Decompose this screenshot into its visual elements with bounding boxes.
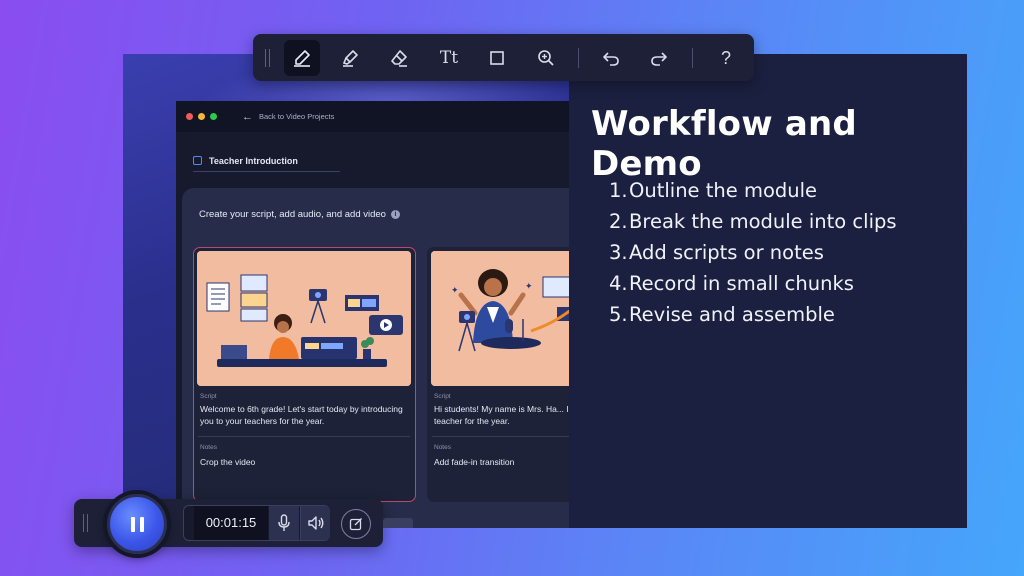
slide-title: Workflow and Demo: [591, 104, 857, 184]
help-icon: ?: [720, 47, 731, 68]
list-number: 2.: [609, 210, 628, 233]
window-titlebar: ← Back to Video Projects: [176, 101, 569, 132]
illustration-teacher-waving-icon: ✦ ✦: [431, 251, 569, 386]
info-icon[interactable]: i: [390, 210, 400, 219]
pause-recording-button[interactable]: [107, 494, 167, 554]
list-number: 1.: [609, 179, 628, 202]
undo-button[interactable]: [593, 40, 629, 76]
eraser-icon: [391, 50, 407, 67]
toolbar-separator: [692, 48, 693, 68]
project-title: Teacher Introduction: [209, 155, 298, 166]
hidden-clip-card-edge: [383, 518, 413, 528]
clip-card-1[interactable]: Script Welcome to 6th grade! Let's start…: [193, 247, 416, 502]
rectangle-icon: [490, 51, 504, 65]
slide-panel: Workflow and Demo 1. Outline the module 2…: [569, 54, 967, 528]
microphone-button[interactable]: [269, 506, 299, 540]
script-label: Script: [434, 393, 451, 400]
clip-card-2[interactable]: ✦ ✦ Script Hi students! My name is Mrs. …: [427, 247, 569, 502]
toolbar-separator: [578, 48, 579, 68]
list-text: Revise and assemble: [629, 303, 835, 326]
project-title-tab[interactable]: Teacher Introduction: [193, 150, 340, 172]
clip-thumbnail-2: ✦ ✦: [431, 251, 569, 386]
workflow-list: 1. Outline the module 2. Break the module …: [609, 175, 897, 330]
notes-text[interactable]: Add fade-in transition: [434, 456, 569, 468]
list-number: 5.: [609, 303, 628, 326]
annotate-button[interactable]: [341, 509, 371, 539]
list-item: 3. Add scripts or notes: [609, 237, 897, 268]
recording-status: 00:01:15: [183, 505, 330, 541]
pen-icon: [294, 50, 310, 67]
highlighter-icon: [342, 50, 358, 67]
maximize-window-button[interactable]: [210, 113, 217, 120]
back-link[interactable]: ← Back to Video Projects: [242, 111, 334, 123]
clip-thumbnail-1: [197, 251, 411, 386]
shape-tool-button[interactable]: [479, 40, 515, 76]
pause-icon: [130, 516, 144, 532]
highlighter-tool-button[interactable]: [333, 40, 369, 76]
annotate-icon: [349, 518, 362, 531]
script-text[interactable]: Hi students! My name is Mrs. Ha... I'm y…: [434, 403, 569, 427]
back-link-label: Back to Video Projects: [259, 112, 335, 121]
script-label: Script: [200, 393, 217, 400]
notes-text[interactable]: Crop the video: [200, 456, 408, 468]
speaker-icon: [307, 516, 323, 530]
list-item: 4. Record in small chunks: [609, 268, 897, 299]
pen-tool-button[interactable]: [284, 40, 320, 76]
illustration-teacher-editing-icon: [197, 251, 411, 386]
arrow-left-icon: ←: [242, 110, 253, 123]
edit-icon: [193, 156, 202, 165]
list-text: Break the module into clips: [629, 210, 897, 233]
list-item: 1. Outline the module: [609, 175, 897, 206]
speaker-button[interactable]: [300, 506, 330, 540]
zoom-tool-button[interactable]: [528, 40, 564, 76]
redo-icon: [651, 52, 667, 66]
script-text[interactable]: Welcome to 6th grade! Let's start today …: [200, 403, 408, 427]
list-text: Record in small chunks: [629, 272, 854, 295]
section-heading: Create your script, add audio, and add v…: [199, 209, 400, 220]
undo-icon: [603, 52, 619, 66]
microphone-icon: [278, 514, 290, 531]
zoom-in-icon: [538, 50, 554, 66]
help-button[interactable]: ?: [708, 40, 744, 76]
svg-text:✦: ✦: [451, 285, 459, 295]
list-number: 4.: [609, 272, 628, 295]
text-tool-button[interactable]: Tt: [431, 40, 467, 76]
recording-timer: 00:01:15: [194, 506, 268, 540]
close-window-button[interactable]: [186, 113, 193, 120]
divider: [198, 436, 410, 437]
minimize-window-button[interactable]: [198, 113, 205, 120]
list-item: 5. Revise and assemble: [609, 299, 897, 330]
divider: [432, 436, 569, 437]
clip-editor-panel: Create your script, add audio, and add v…: [182, 188, 569, 528]
svg-text:✦: ✦: [525, 281, 533, 291]
drag-handle[interactable]: [83, 514, 88, 532]
list-text: Outline the module: [629, 179, 818, 202]
redo-button[interactable]: [641, 40, 677, 76]
notes-label: Notes: [434, 444, 451, 451]
list-number: 3.: [609, 241, 628, 264]
app-window: ← Back to Video Projects Teacher Introdu…: [176, 101, 569, 528]
list-item: 2. Break the module into clips: [609, 206, 897, 237]
section-heading-text: Create your script, add audio, and add v…: [199, 209, 386, 220]
annotation-toolbar: Tt ?: [253, 34, 754, 81]
drag-handle[interactable]: [265, 49, 270, 67]
notes-label: Notes: [200, 444, 217, 451]
list-text: Add scripts or notes: [629, 241, 824, 264]
eraser-tool-button[interactable]: [381, 40, 417, 76]
text-icon: Tt: [439, 48, 459, 68]
